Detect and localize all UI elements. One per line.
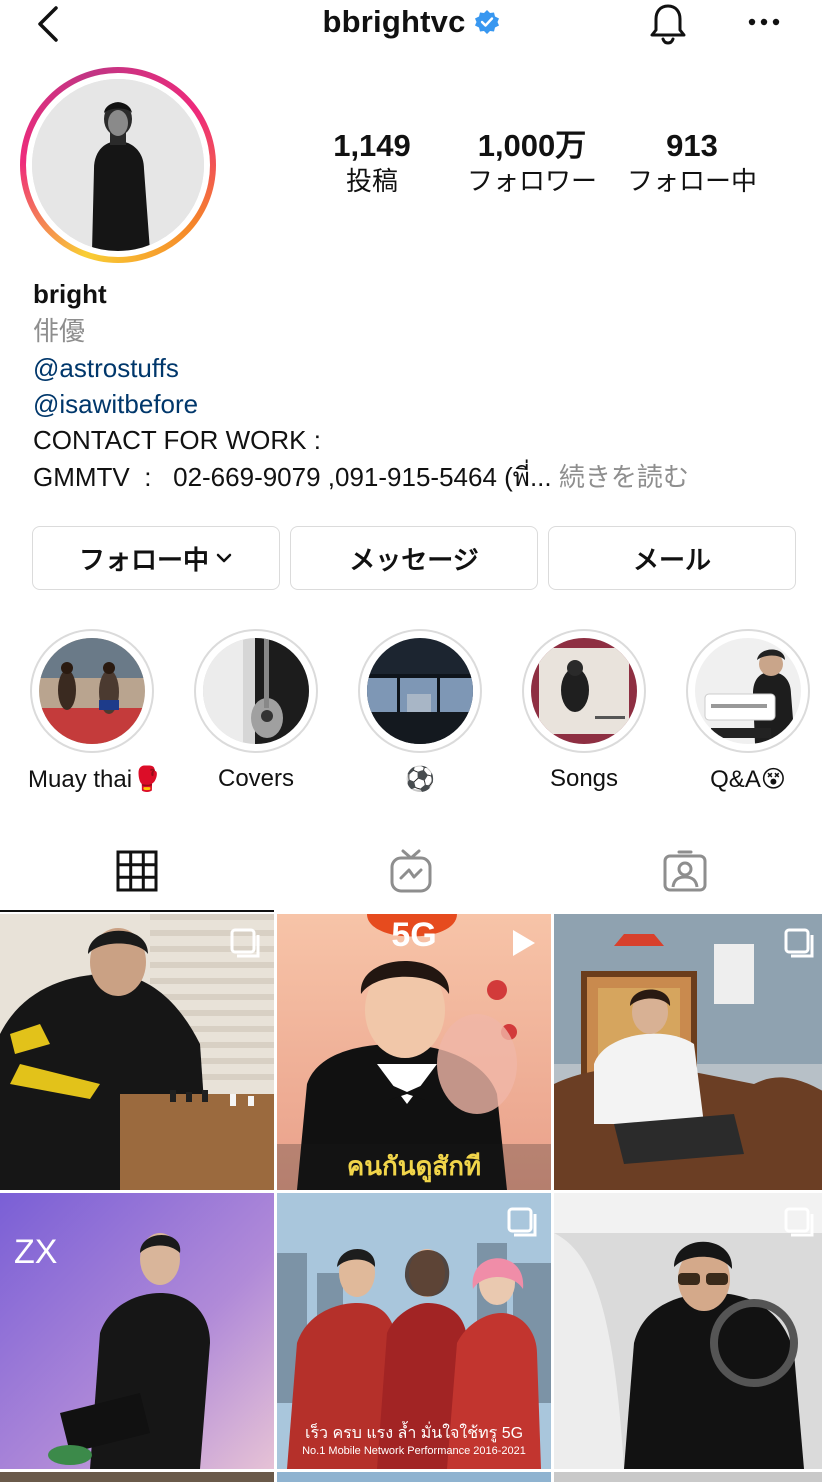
post-tile[interactable] (277, 1472, 551, 1482)
bio-contact-line: GMMTV : 02-669-9079 ,091-915-5464 (พี่..… (33, 459, 689, 495)
highlight-thumbnail (39, 638, 145, 744)
highlight-football[interactable]: ⚽ (356, 629, 484, 794)
highlight-covers[interactable]: Covers (192, 629, 320, 793)
message-button-label: メッセージ (349, 544, 479, 575)
following-button[interactable]: フォロー中 (32, 526, 280, 590)
tab-posts-grid[interactable] (0, 830, 274, 912)
post-tile[interactable]: 5G คนกันดูสักที (277, 914, 551, 1190)
post-caption-bottom: เร็ว ครบ แรง ล้ำ มั่นใจใช้ทรู 5G (304, 1425, 524, 1442)
story-ring[interactable] (20, 67, 216, 263)
post-caption-small: No.1 Mobile Network Performance 2016-202… (302, 1445, 526, 1457)
post-tile[interactable]: เร็ว ครบ แรง ล้ำ มั่นใจใช้ทรู 5G No.1 Mo… (277, 1193, 551, 1469)
profile-username-header: bbrightvc (0, 4, 822, 40)
bio-contact-heading: CONTACT FOR WORK : (33, 425, 321, 455)
profile-name: bright (33, 279, 107, 309)
avatar (32, 79, 204, 251)
followers-count: 1,000万 (477, 128, 587, 163)
verified-badge-icon (474, 10, 499, 34)
post-caption-bottom: คนกันดูสักที (346, 1151, 482, 1181)
stat-followers[interactable]: 1,000万 フォロワー (462, 128, 602, 198)
carousel-icon (784, 1207, 814, 1237)
highlight-label: ⚽ (405, 766, 435, 793)
active-tab-indicator (0, 910, 274, 912)
avatar-photo (32, 79, 204, 251)
post-tile[interactable] (0, 1472, 274, 1482)
carousel-icon (230, 928, 260, 958)
grid-icon (116, 850, 158, 892)
video-play-icon (513, 930, 535, 956)
following-count: 913 (666, 128, 718, 163)
highlight-songs[interactable]: Songs (520, 629, 648, 793)
post-tile[interactable] (554, 1193, 822, 1469)
tagged-person-icon (663, 850, 707, 892)
read-more-link[interactable]: 続きを読む (559, 462, 689, 492)
bio-link-astrostuffs[interactable]: @astrostuffs (33, 350, 179, 386)
followers-label: フォロワー (466, 166, 597, 196)
posts-label: 投稿 (345, 166, 398, 196)
highlight-label: Q&A😵 (710, 766, 786, 793)
more-options-icon[interactable] (744, 10, 784, 34)
chevron-down-icon (216, 553, 232, 563)
profile-tabs (0, 830, 822, 912)
stat-posts[interactable]: 1,149 投稿 (322, 128, 422, 198)
post-caption-top: ZX (14, 1233, 58, 1271)
tab-tagged[interactable] (548, 830, 822, 912)
highlight-muay-thai[interactable]: Muay thai🥊 (28, 629, 162, 794)
igtv-icon (390, 849, 432, 893)
post-tile[interactable] (554, 1472, 822, 1482)
highlight-qa[interactable]: Q&A😵 (684, 629, 812, 794)
following-label: フォロー中 (626, 166, 757, 196)
highlight-label: Covers (217, 765, 295, 792)
tab-igtv[interactable] (274, 830, 548, 912)
following-button-label: フォロー中 (78, 544, 209, 575)
carousel-icon (507, 1207, 537, 1237)
posts-count: 1,149 (333, 128, 411, 163)
highlight-label: Songs (549, 765, 619, 792)
bio-link-isawitbefore[interactable]: @isawitbefore (33, 386, 198, 422)
stat-following[interactable]: 913 フォロー中 (622, 128, 762, 198)
highlight-label: Muay thai🥊 (28, 766, 162, 793)
username-text: bbrightvc (322, 4, 466, 39)
bell-icon[interactable] (644, 0, 692, 48)
profile-category: 俳優 (33, 316, 86, 346)
highlight-thumbnail (695, 638, 801, 744)
post-tile[interactable] (0, 914, 274, 1190)
message-button[interactable]: メッセージ (290, 526, 538, 590)
post-tile[interactable]: ZX (0, 1193, 274, 1469)
highlight-thumbnail (203, 638, 309, 744)
email-button-label: メール (632, 544, 711, 575)
email-button[interactable]: メール (548, 526, 796, 590)
bio-contact-text: GMMTV : 02-669-9079 ,091-915-5464 (พี่..… (33, 462, 552, 492)
highlight-thumbnail (367, 638, 473, 744)
highlight-thumbnail (531, 638, 637, 744)
post-tile[interactable] (554, 914, 822, 1190)
top-bar: bbrightvc (0, 0, 822, 50)
carousel-icon (784, 928, 814, 958)
